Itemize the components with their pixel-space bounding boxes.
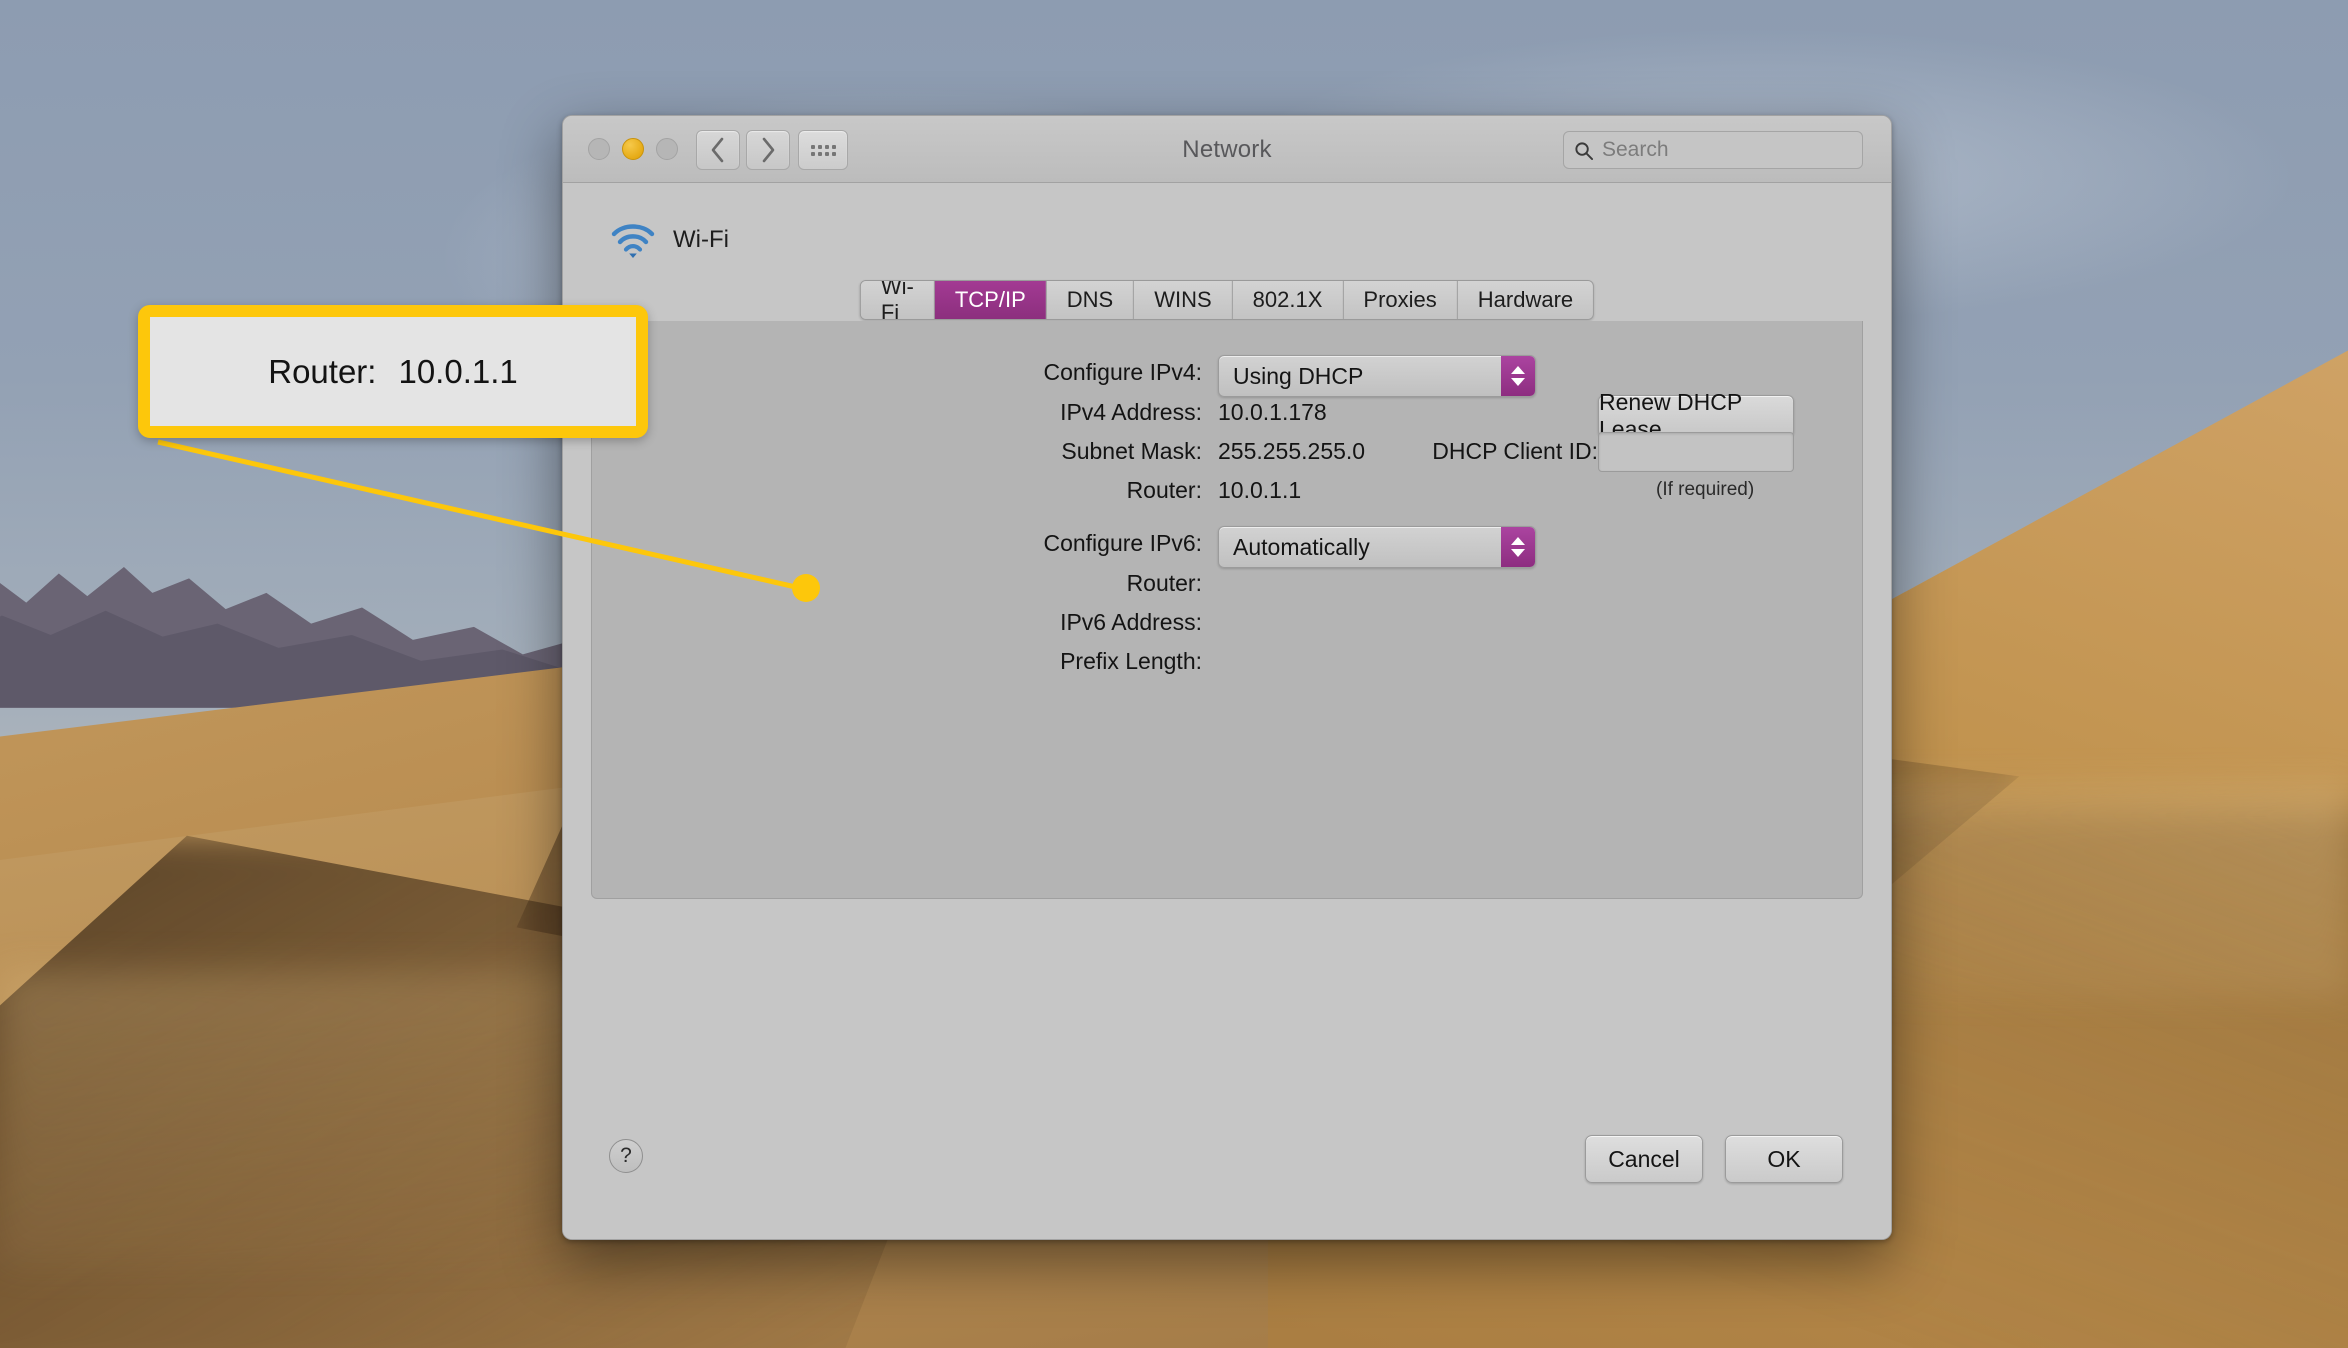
ipv4-address-value: 10.0.1.178 [1218, 399, 1327, 425]
wifi-icon [611, 224, 655, 258]
tab-wifi[interactable]: Wi-Fi [860, 281, 935, 319]
configure-ipv4-label-wrap: Configure IPv4: [592, 359, 1202, 386]
callout-label: Router: [268, 352, 377, 390]
configure-ipv4-value: Using DHCP [1233, 362, 1364, 389]
configure-ipv6-value: Automatically [1233, 533, 1370, 560]
tab-8021x[interactable]: 802.1X [1232, 281, 1344, 319]
help-button[interactable]: ? [609, 1139, 643, 1173]
ipv4-router-value: 10.0.1.1 [1218, 477, 1302, 503]
dialog-buttons: Cancel OK [1585, 1135, 1843, 1183]
service-name: Wi-Fi [673, 226, 729, 253]
service-header: Wi-Fi [611, 221, 729, 259]
ok-label: OK [1767, 1145, 1801, 1172]
network-preferences-window: Network Search Wi-Fi Wi-Fi TCP/IP DNS WI… [562, 115, 1892, 1240]
configure-ipv4-select[interactable]: Using DHCP [1218, 355, 1536, 397]
configure-ipv6-label-wrap: Configure IPv6: [592, 530, 1202, 557]
ipv6-address-label: IPv6 Address: [1060, 609, 1202, 635]
configure-ipv6-select[interactable]: Automatically [1218, 526, 1536, 568]
tab-wins[interactable]: WINS [1134, 281, 1233, 319]
dhcp-client-id-input[interactable] [1598, 432, 1794, 472]
ipv4-address-label-wrap: IPv4 Address: [592, 399, 1202, 426]
tab-dns[interactable]: DNS [1046, 281, 1135, 319]
prefix-length-label: Prefix Length: [1060, 648, 1202, 674]
subnet-mask-label-wrap: Subnet Mask: [592, 438, 1202, 465]
ipv4-router-label: Router: [1126, 477, 1202, 503]
ipv4-router-label-wrap: Router: [592, 477, 1202, 504]
subnet-mask-label: Subnet Mask: [1061, 438, 1202, 464]
search-field[interactable]: Search [1563, 131, 1863, 169]
chevron-updown-icon [1501, 356, 1535, 396]
tab-tcpip[interactable]: TCP/IP [934, 281, 1047, 319]
cancel-label: Cancel [1608, 1145, 1680, 1172]
renew-dhcp-lease-button[interactable]: Renew DHCP Lease [1598, 389, 1794, 442]
tab-hardware[interactable]: Hardware [1457, 281, 1594, 319]
search-placeholder: Search [1602, 138, 1669, 161]
subnet-mask-value: 255.255.255.0 [1218, 438, 1366, 464]
chevron-updown-icon [1501, 527, 1535, 567]
ipv6-address-label-wrap: IPv6 Address: [592, 609, 1202, 636]
prefix-length-label-wrap: Prefix Length: [592, 648, 1202, 675]
ipv6-router-label: Router: [1126, 570, 1202, 596]
tcpip-settings-panel: Configure IPv4: Using DHCP IPv4 Address:… [591, 321, 1863, 899]
ipv6-router-label-wrap: Router: [592, 570, 1202, 597]
configure-ipv6-label: Configure IPv6: [1043, 530, 1202, 556]
window-body: Wi-Fi Wi-Fi TCP/IP DNS WINS 802.1X Proxi… [563, 183, 1891, 1239]
ipv4-address-label: IPv4 Address: [1060, 399, 1202, 425]
search-icon [1575, 141, 1593, 160]
window-titlebar: Network Search [563, 116, 1891, 183]
settings-tabbar: Wi-Fi TCP/IP DNS WINS 802.1X Proxies Har… [859, 280, 1595, 320]
dhcp-client-id-label: DHCP Client ID: [1432, 438, 1598, 464]
configure-ipv4-label: Configure IPv4: [1043, 359, 1202, 385]
router-callout-box: Router: 10.0.1.1 [138, 305, 648, 438]
help-label: ? [620, 1144, 632, 1167]
ok-button[interactable]: OK [1725, 1135, 1843, 1183]
tab-proxies[interactable]: Proxies [1343, 281, 1458, 319]
callout-value: 10.0.1.1 [398, 352, 518, 390]
cancel-button[interactable]: Cancel [1585, 1135, 1703, 1183]
dhcp-client-id-hint: (If required) [1656, 479, 1755, 500]
